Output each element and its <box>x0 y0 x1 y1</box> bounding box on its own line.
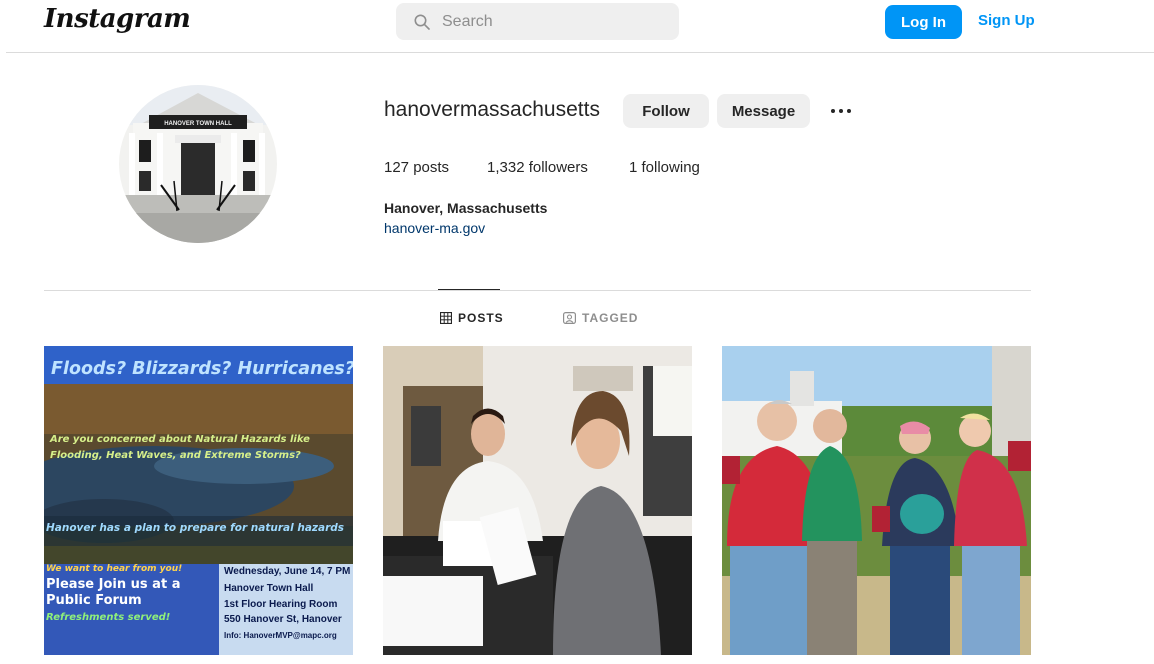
flyer-question-line-1: Are you concerned about Natural Hazards … <box>50 434 310 445</box>
flyer-venue: Hanover Town Hall <box>224 583 314 594</box>
more-options-icon[interactable] <box>827 101 855 121</box>
instagram-logo[interactable]: Instagram <box>44 4 191 34</box>
search-icon <box>414 14 430 30</box>
post-thumbnail-hazard-forum[interactable]: Floods? Blizzards? Hurricanes? Are you c… <box>44 346 353 655</box>
search-input[interactable] <box>442 12 642 31</box>
profile-full-name: Hanover, Massachusetts <box>384 200 548 216</box>
tagged-person-icon <box>563 312 576 324</box>
tab-tagged[interactable]: TAGGED <box>563 311 638 325</box>
header-divider <box>6 52 1154 53</box>
town-hall-sign: HANOVER TOWN HALL <box>164 121 232 127</box>
flyer-join-line-2: Public Forum <box>46 593 142 608</box>
flyer-address: 550 Hanover St, Hanover <box>224 614 342 625</box>
top-navigation-bar: Instagram Log In Sign Up <box>0 0 1154 53</box>
post-thumbnail-office-photo[interactable] <box>383 346 692 655</box>
post-thumbnail-flags-group-photo[interactable] <box>722 346 1031 655</box>
tab-posts[interactable]: POSTS <box>440 311 504 325</box>
following-count[interactable]: 1 following <box>629 159 700 176</box>
flyer-info: Info: HanoverMVP@mapc.org <box>224 631 337 640</box>
flyer-refreshments: Refreshments served! <box>46 612 171 623</box>
tab-posts-label: POSTS <box>458 311 504 325</box>
flyer-join-line-1: Please Join us at a <box>46 577 181 592</box>
followers-count[interactable]: 1,332 followers <box>487 159 588 176</box>
flyer-plan: Hanover has a plan to prepare for natura… <box>46 522 345 534</box>
flyer-room: 1st Floor Hearing Room <box>224 599 338 610</box>
flyer-question-line-2: Flooding, Heat Waves, and Extreme Storms… <box>50 450 301 461</box>
log-in-button[interactable]: Log In <box>885 5 962 39</box>
flyer-want: We want to hear from you! <box>46 564 183 574</box>
profile-website-link[interactable]: hanover-ma.gov <box>384 220 485 236</box>
flyer-headline: Floods? Blizzards? Hurricanes? <box>51 359 353 379</box>
profile-username: hanovermassachusetts <box>384 98 600 121</box>
message-button[interactable]: Message <box>717 94 810 128</box>
posts-count: 127 posts <box>384 159 450 176</box>
profile-avatar[interactable]: HANOVER TOWN HALL <box>119 85 277 243</box>
follow-button[interactable]: Follow <box>623 94 709 128</box>
tabs-divider <box>44 290 1031 291</box>
flyer-date: Wednesday, June 14, 7 PM <box>224 566 351 577</box>
active-tab-indicator <box>438 289 500 290</box>
search-box[interactable] <box>396 3 679 40</box>
sign-up-link[interactable]: Sign Up <box>978 12 1035 29</box>
tab-tagged-label: TAGGED <box>582 311 639 325</box>
grid-icon <box>440 312 452 324</box>
